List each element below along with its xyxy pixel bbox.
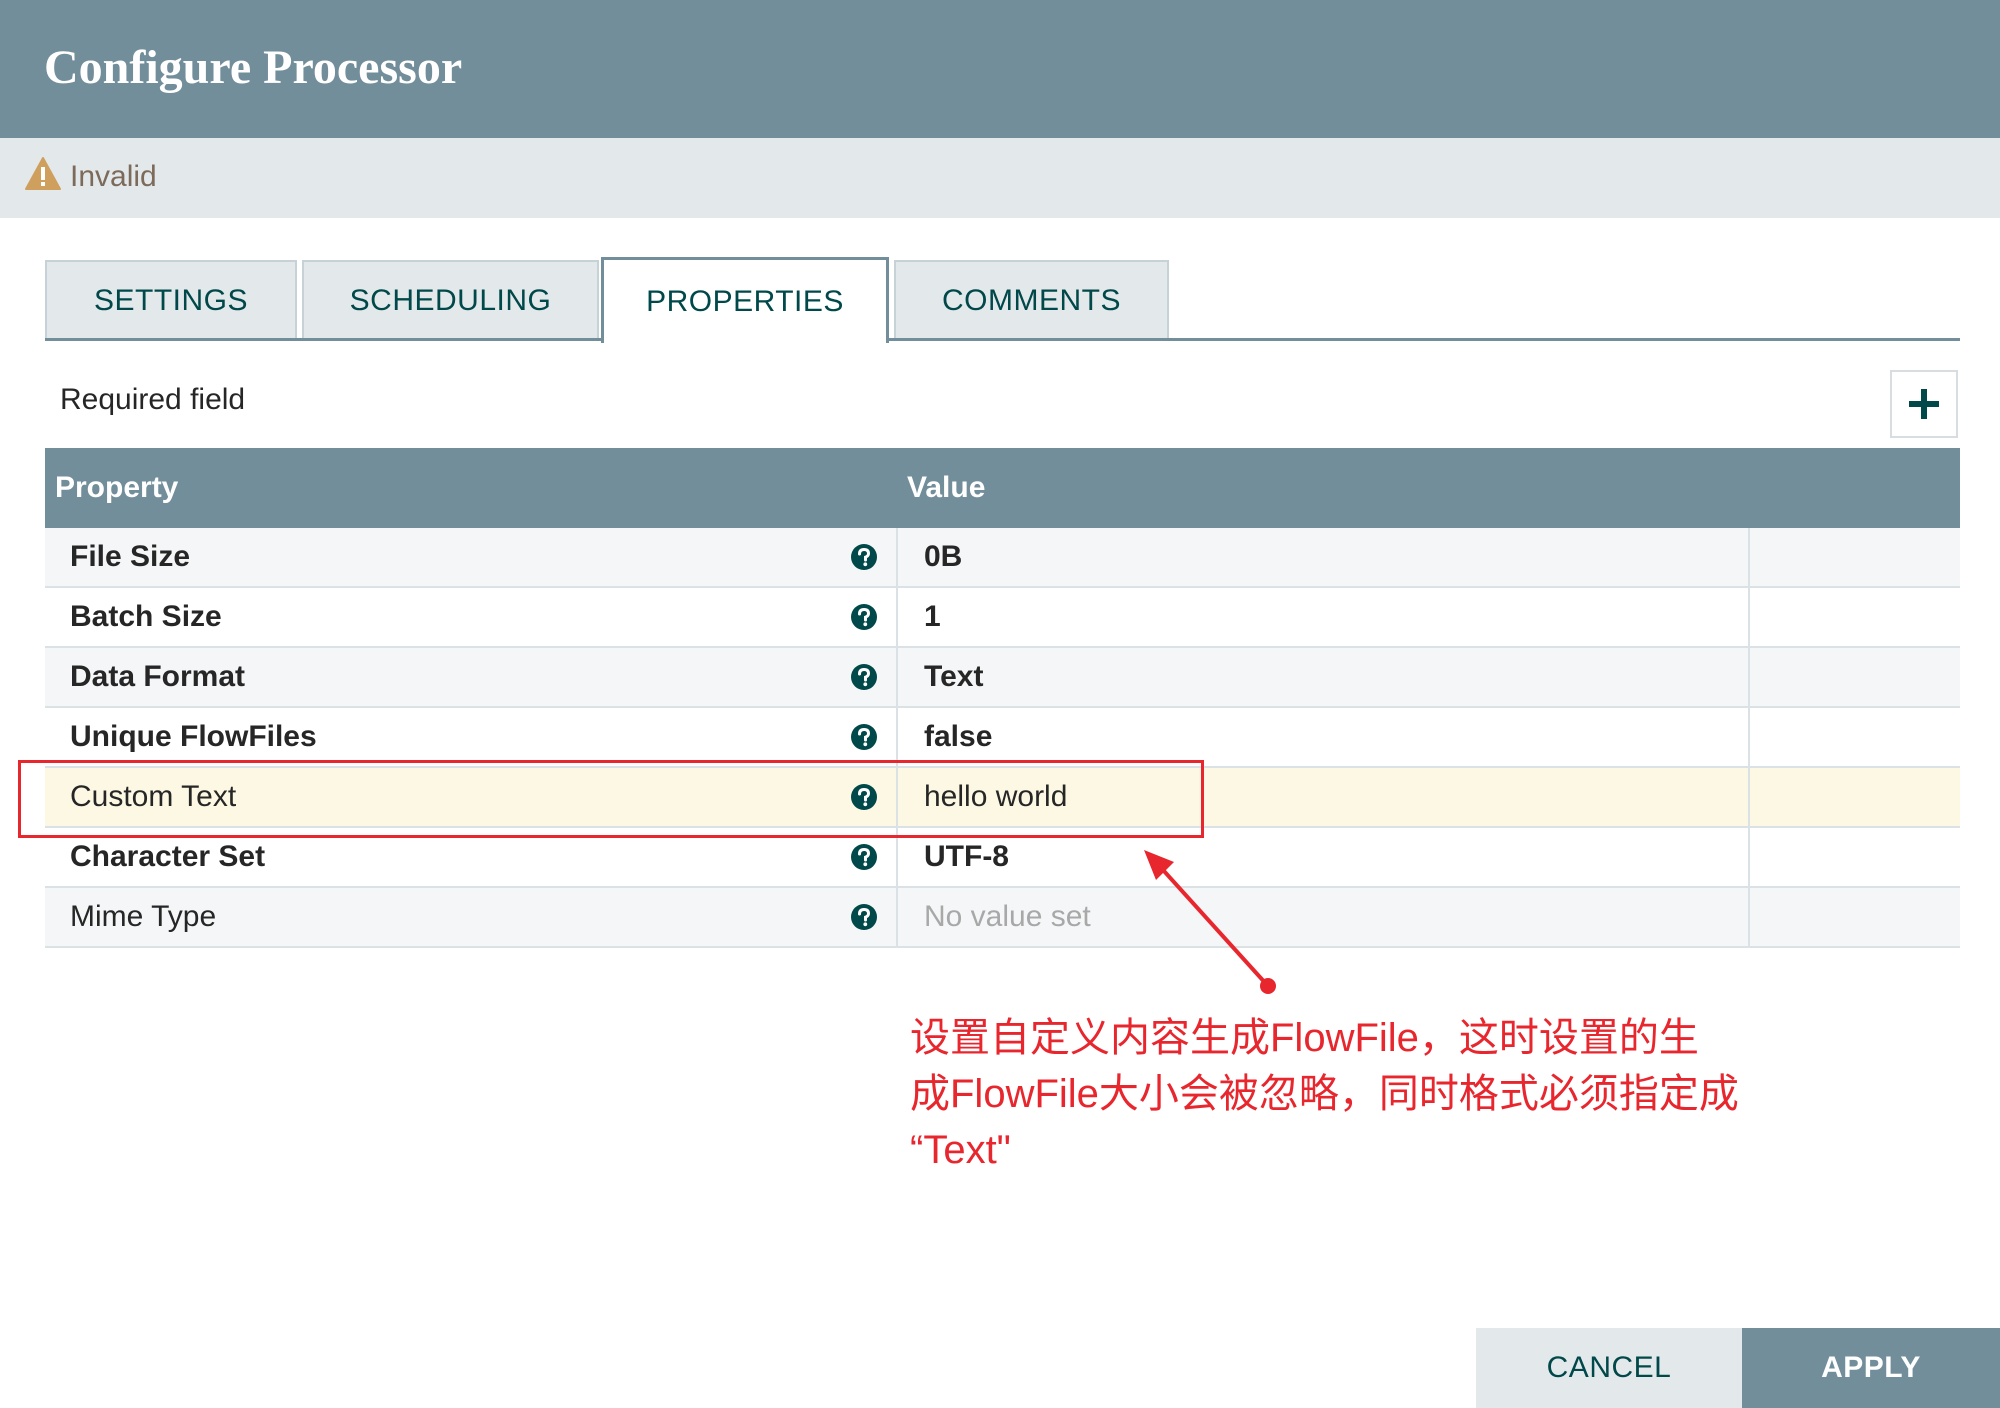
column-header-property[interactable]: Property (55, 448, 178, 528)
column-divider (896, 888, 898, 946)
required-field-legend: Required field (60, 383, 246, 416)
column-divider (896, 588, 898, 646)
annotation-line: 设置自定义内容生成FlowFile，这时设置的生 (910, 1016, 1699, 1060)
warning-icon (25, 157, 61, 190)
tab-underline (45, 338, 1960, 341)
column-header-value[interactable]: Value (907, 448, 985, 528)
property-value[interactable]: No value set (924, 888, 1091, 946)
property-name: Batch Size (70, 600, 222, 633)
tab-properties[interactable]: PROPERTIES (601, 257, 889, 343)
annotation-highlight-box (18, 760, 1204, 838)
column-divider (896, 528, 898, 586)
question-circle-icon[interactable] (850, 543, 878, 571)
add-property-button[interactable] (1890, 370, 1958, 438)
question-circle-icon[interactable] (850, 603, 878, 631)
table-header: Property Value (45, 448, 1960, 528)
column-divider (1748, 768, 1750, 826)
column-divider (1748, 828, 1750, 886)
column-divider (1748, 528, 1750, 586)
property-name: Unique FlowFiles (70, 720, 317, 753)
tab-scheduling[interactable]: SCHEDULING (302, 260, 599, 340)
question-circle-icon[interactable] (850, 843, 878, 871)
question-circle-icon[interactable] (850, 723, 878, 751)
annotation-arrow-icon (1144, 850, 1276, 994)
property-name: Data Format (70, 660, 246, 693)
apply-button[interactable]: APPLY (1742, 1328, 2000, 1408)
property-value[interactable]: Text (924, 648, 983, 706)
property-name: File Size (70, 540, 191, 573)
annotation-line: 成FlowFile大小会被忽略，同时格式必须指定成 (910, 1072, 1739, 1116)
status-bar (0, 138, 2000, 218)
annotation-note: 设置自定义内容生成FlowFile，这时设置的生 成FlowFile大小会被忽略… (910, 1010, 1790, 1178)
column-divider (1748, 648, 1750, 706)
question-circle-icon[interactable] (850, 903, 878, 931)
column-divider (896, 708, 898, 766)
tab-settings[interactable]: SETTINGS (45, 260, 297, 340)
property-value[interactable]: 0B (924, 528, 962, 586)
table-row[interactable]: File Size 0B (45, 528, 1960, 588)
annotation-line: “Text" (910, 1128, 1011, 1172)
column-divider (1748, 708, 1750, 766)
column-divider (1748, 888, 1750, 946)
validation-status: Invalid (70, 160, 157, 193)
column-divider (896, 648, 898, 706)
tab-comments[interactable]: COMMENTS (894, 260, 1169, 340)
property-value[interactable]: 1 (924, 588, 941, 646)
table-row[interactable]: Mime Type No value set (45, 888, 1960, 948)
question-circle-icon[interactable] (850, 663, 878, 691)
column-divider (1748, 588, 1750, 646)
table-body: File Size 0B Batch Size 1 Data Format Text Uni… (45, 528, 1960, 948)
cancel-button[interactable]: CANCEL (1476, 1328, 1742, 1408)
properties-table: Property Value File Size 0B Batch Size 1 Dat… (45, 448, 1960, 948)
table-row[interactable]: Batch Size 1 (45, 588, 1960, 648)
dialog-title: Configure Processor (44, 41, 463, 94)
table-row[interactable]: Unique FlowFiles false (45, 708, 1960, 768)
table-row[interactable]: Data Format Text (45, 648, 1960, 708)
property-value[interactable]: false (924, 708, 992, 766)
property-name: Mime Type (70, 900, 217, 933)
dialog-header: Configure Processor (0, 0, 2000, 138)
plus-icon (1909, 389, 1939, 419)
